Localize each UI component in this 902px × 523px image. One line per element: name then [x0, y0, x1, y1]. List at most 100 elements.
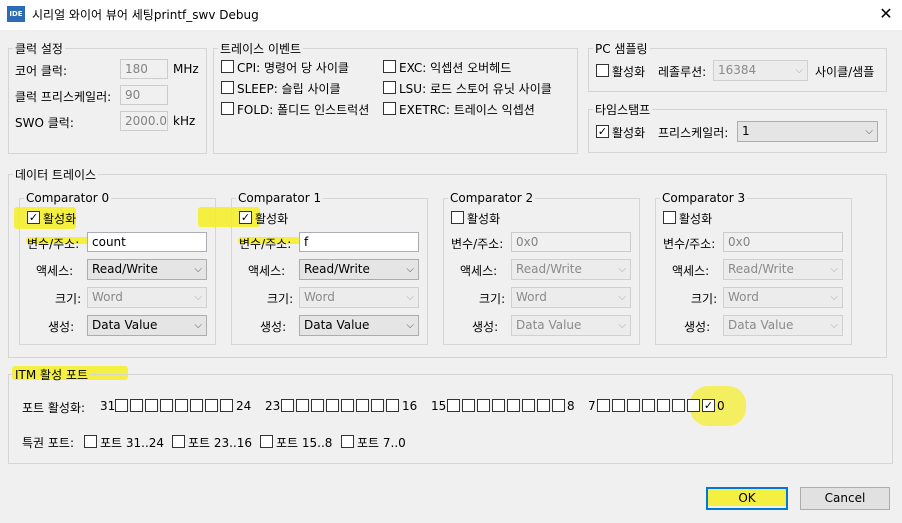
privilege-ports-label: 특권 포트: [22, 436, 75, 450]
cpi-label: CPI: 명령어 당 사이클 [237, 61, 349, 75]
comparator-3-gen-dropdown[interactable]: Data Value ⌵ [723, 315, 843, 336]
itm-port-checkbox[interactable] [672, 399, 685, 412]
port-group-15-lo: 8 [567, 399, 575, 413]
trace-events-legend: 트레이스 이벤트 [220, 42, 302, 56]
port-group-31-hi: 31 [100, 399, 116, 413]
itm-port-checkbox[interactable] [220, 399, 233, 412]
ok-button[interactable]: OK [706, 487, 788, 510]
cancel-button[interactable]: Cancel [800, 487, 890, 510]
itm-port-checkbox[interactable] [145, 399, 158, 412]
comparator-0-gen-dropdown[interactable]: Data Value ⌵ [87, 315, 207, 336]
itm-port-checkbox[interactable] [507, 399, 520, 412]
itm-port-checkbox[interactable] [386, 399, 399, 412]
itm-port-checkbox[interactable] [296, 399, 309, 412]
comparator-3-var-input[interactable]: 0x0 [723, 232, 843, 252]
itm-port-checkbox[interactable] [627, 399, 640, 412]
sleep-checkbox[interactable] [221, 81, 234, 94]
comparator-1-var-label: 변수/주소: [239, 237, 292, 251]
check-icon: ✓ [240, 211, 251, 224]
itm-port-checkbox[interactable] [537, 399, 550, 412]
comparator-1-size-value: Word [304, 290, 335, 304]
swo-clock-input[interactable]: 2000.0 [120, 111, 168, 131]
itm-port-checkbox[interactable] [130, 399, 143, 412]
comparator-2-title: Comparator 2 [450, 191, 534, 205]
comparator-1-gen-value: Data Value [304, 318, 370, 332]
itm-port-checkbox[interactable] [341, 399, 354, 412]
itm-port-checkbox[interactable] [522, 399, 535, 412]
privilege-23-16-checkbox[interactable] [172, 435, 185, 448]
comparator-2-gen-dropdown[interactable]: Data Value ⌵ [511, 315, 631, 336]
itm-port-checkbox[interactable] [281, 399, 294, 412]
comparator-2-size-dropdown[interactable]: Word ⌵ [511, 287, 631, 308]
itm-port-checkbox[interactable] [657, 399, 670, 412]
comparator-1-enable-checkbox[interactable]: ✓ [239, 211, 252, 224]
itm-port-checkbox[interactable] [642, 399, 655, 412]
comparator-2-var-input[interactable]: 0x0 [511, 232, 631, 252]
comparator-2-access-dropdown[interactable]: Read/Write ⌵ [511, 259, 631, 280]
timestamp-prescaler-dropdown[interactable]: 1 ⌵ [737, 121, 878, 142]
itm-port-checkbox[interactable] [371, 399, 384, 412]
itm-port-checkbox[interactable] [175, 399, 188, 412]
comparator-3-access-dropdown[interactable]: Read/Write ⌵ [723, 259, 843, 280]
lsu-checkbox[interactable] [383, 81, 396, 94]
itm-port-checkbox[interactable] [492, 399, 505, 412]
comparator-0-access-value: Read/Write [92, 262, 158, 276]
itm-port-checkbox[interactable]: ✓ [702, 399, 715, 412]
comparator-0-var-input[interactable]: count [87, 232, 207, 252]
comparator-0-enable-checkbox[interactable]: ✓ [27, 211, 40, 224]
lsu-label: LSU: 로드 스토어 유닛 사이클 [399, 82, 552, 96]
itm-port-checkbox[interactable] [205, 399, 218, 412]
comparator-0-size-value: Word [92, 290, 123, 304]
comparator-1-access-dropdown[interactable]: Read/Write ⌵ [299, 259, 419, 280]
chevron-down-icon: ⌵ [830, 292, 838, 303]
comparator-1-size-dropdown[interactable]: Word ⌵ [299, 287, 419, 308]
core-clock-input[interactable]: 180 [120, 59, 168, 79]
exetrc-checkbox[interactable] [383, 102, 396, 115]
comparator-1-access-value: Read/Write [304, 262, 370, 276]
privilege-31-24-checkbox[interactable] [84, 435, 97, 448]
resolution-dropdown[interactable]: 16384 ⌵ [713, 60, 808, 81]
comparator-0-size-dropdown[interactable]: Word ⌵ [87, 287, 207, 308]
comparator-0-gen-label: 생성: [48, 320, 75, 334]
cpi-checkbox[interactable] [221, 60, 234, 73]
itm-port-checkbox[interactable] [447, 399, 460, 412]
comparator-3-size-dropdown[interactable]: Word ⌵ [723, 287, 843, 308]
fold-checkbox[interactable] [221, 102, 234, 115]
itm-port-checkbox[interactable] [115, 399, 128, 412]
itm-port-checkbox[interactable] [160, 399, 173, 412]
itm-port-checkbox[interactable] [190, 399, 203, 412]
itm-port-checkbox[interactable] [687, 399, 700, 412]
pc-sampling-enable-label: 활성화 [612, 65, 646, 79]
pc-sampling-enable-checkbox[interactable] [596, 64, 609, 77]
timestamp-enable-checkbox[interactable]: ✓ [596, 125, 609, 138]
itm-port-checkbox[interactable] [462, 399, 475, 412]
check-icon: ✓ [597, 125, 608, 138]
itm-port-checkbox[interactable] [597, 399, 610, 412]
privilege-7-0-checkbox[interactable] [341, 435, 354, 448]
itm-port-checkbox[interactable] [552, 399, 565, 412]
clock-prescaler-input[interactable]: 90 [120, 85, 168, 105]
itm-port-checkbox[interactable] [477, 399, 490, 412]
close-icon[interactable]: ✕ [873, 2, 899, 26]
privilege-31-24-label: 포트 31..24 [100, 436, 165, 450]
port-group-15-hi: 15 [431, 399, 447, 413]
chevron-down-icon: ⌵ [618, 320, 626, 331]
comparator-3-enable-checkbox[interactable] [663, 211, 676, 224]
itm-port-checkbox[interactable] [311, 399, 324, 412]
window-title: 시리얼 와이어 뷰어 세팅printf_swv Debug [32, 8, 259, 22]
comparator-0-access-dropdown[interactable]: Read/Write ⌵ [87, 259, 207, 280]
resolution-unit: 사이클/샘플 [815, 65, 875, 79]
comparator-1-gen-label: 생성: [260, 320, 287, 334]
privilege-15-8-checkbox[interactable] [260, 435, 273, 448]
privilege-7-0-label: 포트 7..0 [357, 436, 406, 450]
comparator-1-gen-dropdown[interactable]: Data Value ⌵ [299, 315, 419, 336]
resolution-value: 16384 [718, 63, 757, 77]
comparator-3-size-value: Word [728, 290, 759, 304]
itm-port-checkbox[interactable] [612, 399, 625, 412]
itm-port-checkbox[interactable] [356, 399, 369, 412]
comparator-1-var-input[interactable]: f [299, 232, 419, 252]
comparator-1-access-label: 액세스: [248, 264, 286, 278]
itm-port-checkbox[interactable] [326, 399, 339, 412]
exc-checkbox[interactable] [383, 60, 396, 73]
comparator-2-enable-checkbox[interactable] [451, 211, 464, 224]
